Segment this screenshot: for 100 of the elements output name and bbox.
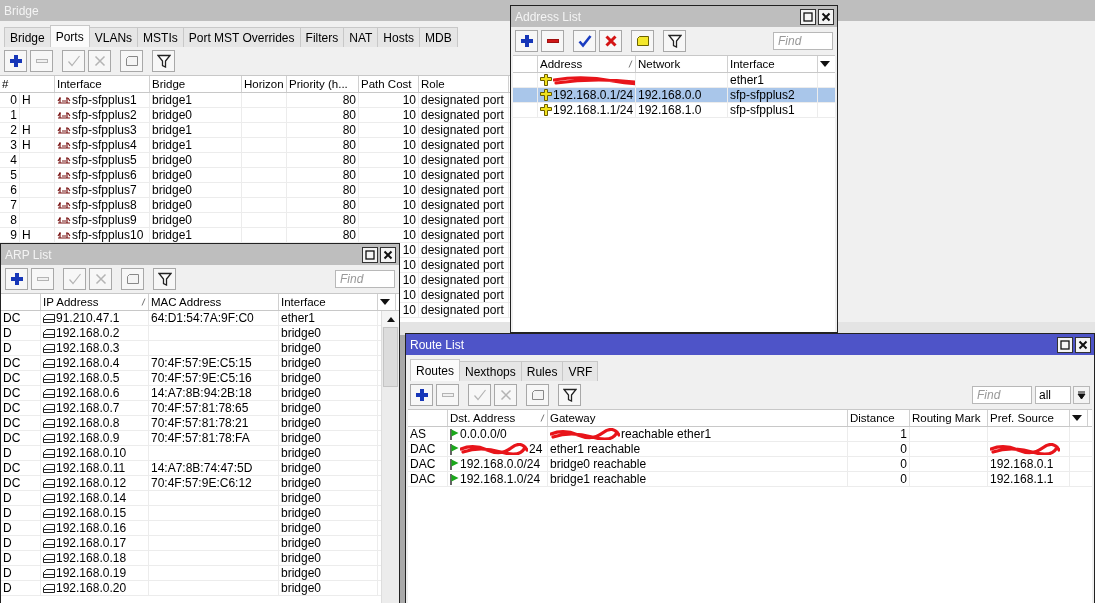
table-cell: 70:4F:57:81:78:65 <box>151 401 249 415</box>
close-icon <box>383 249 393 260</box>
table-cell: H <box>22 138 31 152</box>
tab[interactable]: Filters <box>299 27 345 47</box>
table-cell: bridge1 <box>152 228 193 242</box>
table-cell: 192.168.0.14 <box>56 491 127 505</box>
card-icon <box>43 583 55 593</box>
tab[interactable]: Ports <box>49 25 90 47</box>
filter-button[interactable] <box>663 30 686 52</box>
table-cell: 192.168.0.1/24 <box>553 88 634 102</box>
table-cell: bridge0 <box>281 476 322 490</box>
tab[interactable]: VLANs <box>88 27 139 47</box>
cross-marker-icon <box>540 89 552 101</box>
table-cell: AS <box>410 427 426 441</box>
find-field[interactable]: Find <box>773 32 833 50</box>
column-header[interactable]: Distance <box>850 412 895 424</box>
close-button[interactable] <box>380 246 396 263</box>
filter-icon <box>156 54 171 68</box>
table-cell: 192.168.0.4 <box>56 356 120 370</box>
column-header[interactable]: Gateway <box>550 412 596 424</box>
column-header[interactable]: IP Address <box>43 296 99 308</box>
column-menu-button[interactable] <box>378 294 396 310</box>
tab[interactable]: Nexthops <box>459 361 522 381</box>
maximize-button[interactable] <box>362 246 378 263</box>
table-cell: 9 <box>10 228 17 242</box>
scrollbar[interactable] <box>381 311 399 603</box>
table-cell: 80 <box>342 153 356 167</box>
column-header[interactable]: Dst. Address <box>450 412 516 424</box>
table-row[interactable]: 192.168.0.1/24 192.168.0.0 sfp-sfpplus2 <box>513 88 835 103</box>
table-cell: 14:A7:8B:94:2B:18 <box>151 386 252 400</box>
cross-icon <box>92 54 107 68</box>
find-field[interactable]: Find <box>335 270 395 288</box>
enable-button[interactable] <box>573 30 596 52</box>
table-cell: ether1 reachable <box>550 442 641 456</box>
column-header[interactable]: Network <box>638 58 681 70</box>
table-row[interactable]: 192.168.1.1/24 192.168.1.0 sfp-sfpplus1 <box>513 103 835 118</box>
column-header[interactable]: Address <box>540 58 583 70</box>
table-cell: 10 <box>402 138 416 152</box>
filter-button[interactable] <box>558 384 581 406</box>
tab[interactable]: Routes <box>410 359 461 381</box>
maximize-button[interactable] <box>800 8 816 25</box>
card-icon <box>43 478 55 488</box>
column-header[interactable]: MAC Address <box>151 296 222 308</box>
column-header[interactable]: Priority (h... <box>289 78 348 90</box>
table-cell: 192.168.1.0/24 <box>460 472 541 486</box>
column-header[interactable]: Routing Mark <box>912 412 981 424</box>
column-header[interactable]: Pref. Source <box>990 412 1054 424</box>
remove-button[interactable] <box>541 30 564 52</box>
maximize-button[interactable] <box>1057 336 1073 353</box>
close-button[interactable] <box>818 8 834 25</box>
table-cell: sfp-sfpplus10 <box>72 228 144 242</box>
tab[interactable]: NAT <box>343 27 379 47</box>
table-cell: 192.168.0.18 <box>56 551 127 565</box>
tab[interactable]: VRF <box>562 361 599 381</box>
filter-button[interactable] <box>152 50 175 72</box>
column-header[interactable]: Bridge <box>152 78 186 90</box>
tab[interactable]: MDB <box>419 27 458 47</box>
tab[interactable]: Bridge <box>4 27 51 47</box>
table-cell: DC <box>3 311 21 325</box>
table-cell: 192.168.0.7 <box>56 401 120 415</box>
column-header[interactable]: Interface <box>57 78 102 90</box>
column-header[interactable]: # <box>2 78 9 90</box>
scrollbar-thumb[interactable] <box>383 327 398 387</box>
table-cell: 14:A7:8B:74:47:5D <box>151 461 253 475</box>
comment-button[interactable] <box>631 30 654 52</box>
add-button[interactable] <box>5 268 28 290</box>
table-cell: 3 <box>10 138 17 152</box>
card-icon <box>43 328 55 338</box>
tab[interactable]: Rules <box>520 361 564 381</box>
column-header[interactable]: Path Cost <box>361 78 412 90</box>
add-button[interactable] <box>4 50 27 72</box>
filter-button[interactable] <box>153 268 176 290</box>
table-cell: 0 <box>900 442 907 456</box>
column-header[interactable]: Role <box>421 78 445 90</box>
table-cell: bridge0 <box>281 356 322 370</box>
column-menu-button[interactable] <box>1070 410 1088 426</box>
table-cell: DC <box>3 356 21 370</box>
column-header[interactable]: Interface <box>730 58 775 70</box>
find-field[interactable]: Find <box>972 386 1032 404</box>
port-icon <box>57 140 71 150</box>
table-cell: bridge0 <box>281 401 322 415</box>
dropdown-button[interactable] <box>1073 386 1090 404</box>
tab[interactable]: Hosts <box>377 27 420 47</box>
add-button[interactable] <box>515 30 538 52</box>
card-icon <box>43 568 55 578</box>
table-cell: bridge0 <box>281 521 322 535</box>
filter-select[interactable]: all <box>1035 386 1071 404</box>
disable-button[interactable] <box>599 30 622 52</box>
table-cell: bridge0 <box>281 326 322 340</box>
table-cell: 70:4F:57:81:78:FA <box>151 431 250 445</box>
column-header[interactable]: Interface <box>281 296 326 308</box>
add-button[interactable] <box>410 384 433 406</box>
tab[interactable]: MSTIs <box>137 27 184 47</box>
table-cell: bridge1 <box>152 123 193 137</box>
table-cell: sfp-sfpplus8 <box>72 198 137 212</box>
close-button[interactable] <box>1075 336 1091 353</box>
table-cell: 80 <box>342 123 356 137</box>
table-cell: 70:4F:57:9E:C5:15 <box>151 356 252 370</box>
tab[interactable]: Port MST Overrides <box>182 27 301 47</box>
column-header[interactable]: Horizon <box>244 78 284 90</box>
